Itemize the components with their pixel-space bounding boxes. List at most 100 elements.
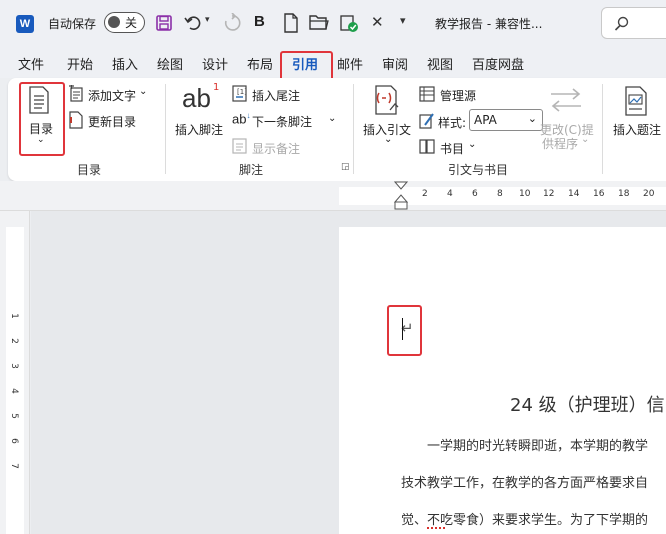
update-toc-icon (69, 111, 83, 129)
separator (165, 84, 166, 174)
update-citations-dropdown-icon[interactable]: ⌄ (581, 134, 589, 145)
insert-endnote-icon: [1] (232, 85, 247, 102)
ruler-tick: 8 (497, 189, 503, 199)
ruler-tick: 7 (8, 463, 19, 469)
document-paragraph-line: 技术教学工作，在教学的各方面严格要求自 (401, 476, 649, 491)
dialog-launcher-icon[interactable]: ◲ (341, 162, 350, 172)
insert-caption-icon (625, 86, 647, 116)
horizontal-ruler[interactable]: 2 4 6 8 10 12 14 16 18 20 (0, 181, 666, 211)
document-title: 教学报告 - 兼容性... (435, 17, 543, 31)
style-select[interactable]: APA ⌄ (469, 109, 543, 131)
tab-review[interactable]: 审阅 (382, 54, 408, 73)
insert-footnote-button[interactable]: 插入脚注 (175, 121, 223, 138)
next-footnote-button[interactable]: 下一条脚注 (252, 113, 312, 130)
show-notes-button[interactable]: 显示备注 (252, 140, 300, 157)
separator (353, 84, 354, 174)
insert-citation-icon (375, 85, 399, 115)
footnote-superscript: 1 (213, 82, 220, 93)
insert-caption-button[interactable]: 插入题注 (613, 121, 661, 138)
redo-icon[interactable] (222, 13, 242, 33)
undo-icon[interactable] (184, 13, 204, 33)
toc-group-label: 目录 (77, 163, 102, 177)
ruler-tick: 1 (8, 313, 19, 319)
show-notes-icon (232, 138, 247, 154)
toggle-state: 关 (125, 16, 138, 30)
tab-baidu-netdisk[interactable]: 百度网盘 (472, 54, 524, 73)
tab-design[interactable]: 设计 (202, 54, 228, 73)
next-footnote-dropdown-icon[interactable]: ⌄ (328, 113, 336, 124)
manage-sources-button[interactable]: 管理源 (440, 87, 476, 104)
customize-toolbar-icon[interactable]: ▾ (400, 14, 406, 27)
svg-text:[1]: [1] (237, 88, 247, 96)
tab-file[interactable]: 文件 (18, 54, 44, 73)
indent-marker-icon[interactable] (394, 181, 408, 211)
tab-home[interactable]: 开始 (67, 54, 93, 73)
tab-view[interactable]: 视图 (427, 54, 453, 73)
toggle-knob (108, 16, 120, 28)
insert-endnote-button[interactable]: 插入尾注 (252, 87, 300, 104)
bold-icon[interactable]: B (254, 13, 265, 30)
update-citations-label-line2[interactable]: 供程序 (542, 135, 578, 152)
add-text-dropdown-icon[interactable]: ⌄ (139, 86, 147, 97)
footnote-ab-glyph: ab (182, 83, 211, 113)
ruler-tick: 14 (568, 189, 580, 199)
style-label: 样式: (438, 116, 467, 130)
ruler-tick: 20 (643, 189, 655, 199)
search-icon (614, 16, 629, 31)
tab-insert[interactable]: 插入 (112, 54, 138, 73)
tab-layout[interactable]: 布局 (247, 54, 273, 73)
tab-mailings[interactable]: 邮件 (337, 54, 363, 73)
ruler-tick: 3 (8, 363, 19, 369)
separator (602, 84, 603, 174)
ruler-tick: 4 (447, 189, 453, 199)
style-icon (419, 113, 434, 129)
ribbon-tabs: 文件 开始 插入 绘图 设计 布局 引用 邮件 审阅 视图 百度网盘 (0, 46, 666, 121)
citations-group-label: 引文与书目 (448, 163, 509, 177)
search-box[interactable] (601, 7, 666, 39)
update-toc-button[interactable]: 更新目录 (88, 113, 136, 130)
ruler-tick: 6 (472, 189, 478, 199)
footnotes-group-label: 脚注 (239, 163, 264, 177)
ruler-tick: 18 (618, 189, 630, 199)
ruler-tick: 5 (8, 413, 19, 419)
ruler-page-area (6, 227, 24, 534)
style-select-value: APA (474, 113, 497, 127)
tab-draw[interactable]: 绘图 (157, 54, 183, 73)
add-text-button[interactable]: 添加文字 (88, 87, 136, 104)
print-preview-icon[interactable] (338, 12, 360, 34)
bibliography-button[interactable]: 书目 (440, 140, 464, 157)
autosave-toggle[interactable]: 关 (104, 12, 145, 33)
vertical-ruler[interactable]: 1 2 3 4 5 6 7 (0, 211, 30, 534)
save-icon[interactable] (155, 14, 173, 32)
ruler-tick: 6 (8, 438, 19, 444)
spelling-squiggle (427, 527, 445, 529)
document-paragraph-line: 一学期的时光转瞬即逝，本学期的教学 (427, 439, 649, 454)
update-citations-icon (551, 88, 581, 112)
close-icon[interactable]: ✕ (371, 13, 384, 31)
ruler-tick: 2 (8, 338, 19, 344)
highlight-toc-button (19, 82, 65, 156)
ribbon-panel: 目录 ⌄ 添加文字 ⌄ 更新目录 目录 ab 1 插入脚注 [1] 插入尾注 a… (8, 78, 666, 181)
add-text-icon (69, 85, 83, 102)
open-folder-icon[interactable] (309, 14, 329, 31)
title-bar: W 自动保存 关 ▾ B ✕ ▾ 教学报告 - 兼容性... (0, 0, 666, 46)
manage-sources-icon (419, 86, 435, 102)
document-page[interactable]: ↵ 24 级（护理班）信 一学期的时光转瞬即逝，本学期的教学 技术教学工作，在教… (339, 227, 666, 534)
highlight-cursor-position (387, 305, 422, 356)
autosave-label: 自动保存 (48, 17, 97, 31)
ruler-tick: 16 (593, 189, 605, 199)
bibliography-icon (419, 139, 435, 154)
chevron-down-icon: ⌄ (527, 112, 537, 125)
document-heading: 24 级（护理班）信 (510, 395, 665, 416)
ruler-tick: 4 (8, 388, 19, 394)
insert-citation-dropdown-icon[interactable]: ⌄ (384, 134, 392, 145)
new-document-icon[interactable] (283, 13, 299, 33)
ruler-tick: 12 (543, 189, 555, 199)
bibliography-dropdown-icon[interactable]: ⌄ (468, 139, 476, 150)
word-icon: W (16, 15, 34, 33)
next-footnote-icon: ab↓ (232, 111, 251, 127)
ruler-tick: 10 (519, 189, 531, 199)
undo-dropdown-icon[interactable]: ▾ (205, 15, 210, 25)
document-paragraph-line: 觉、不吃零食）来要求学生。为了下学期的 (401, 513, 649, 528)
ruler-tick: 2 (422, 189, 428, 199)
